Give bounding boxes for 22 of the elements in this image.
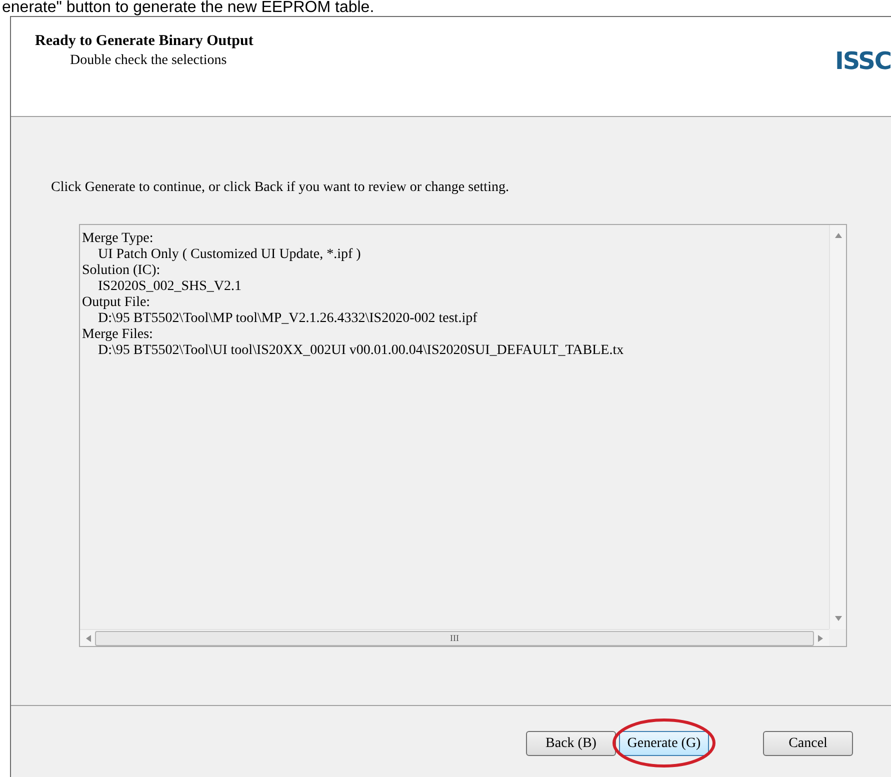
scroll-right-icon[interactable] — [818, 634, 823, 642]
summary-value: D:\95 BT5502\Tool\UI tool\IS20XX_002UI v00.01.00.04\IS2020SUI_DEFAULT_TABLE.tx — [97, 343, 625, 359]
summary-label: Solution (IC): — [82, 263, 162, 279]
scroll-thumb[interactable]: III — [95, 630, 814, 646]
logo: ISSC — [834, 47, 891, 77]
summary-label: Merge Files: — [82, 327, 154, 343]
scroll-left-icon[interactable] — [86, 634, 91, 642]
instruction-text: Click Generate to continue, or click Back if you want to review or change setting. — [51, 180, 510, 196]
summary-label: Output File: — [82, 295, 152, 311]
cancel-button[interactable]: Cancel — [763, 731, 853, 756]
page-subtitle: Double check the selections — [69, 53, 228, 69]
summary-value: UI Patch Only ( Customized UI Update, *.ipf ) — [97, 247, 362, 263]
summary-label: Merge Type: — [82, 231, 154, 247]
summary-value: D:\95 BT5502\Tool\MP tool\MP_V2.1.26.4332\IS2020-002 test.ipf — [97, 311, 478, 327]
scroll-up-icon[interactable] — [834, 233, 842, 238]
back-button[interactable]: Back (B) — [526, 731, 616, 756]
summary-text-box[interactable] — [79, 224, 847, 647]
page-title: Ready to Generate Binary Output — [35, 33, 254, 50]
scroll-down-icon[interactable] — [834, 616, 842, 621]
caption-text: enerate" button to generate the new EEPROM table. — [2, 0, 374, 16]
generate-button[interactable]: Generate (G) — [619, 731, 709, 756]
summary-value: IS2020S_002_SHS_V2.1 — [97, 279, 243, 295]
